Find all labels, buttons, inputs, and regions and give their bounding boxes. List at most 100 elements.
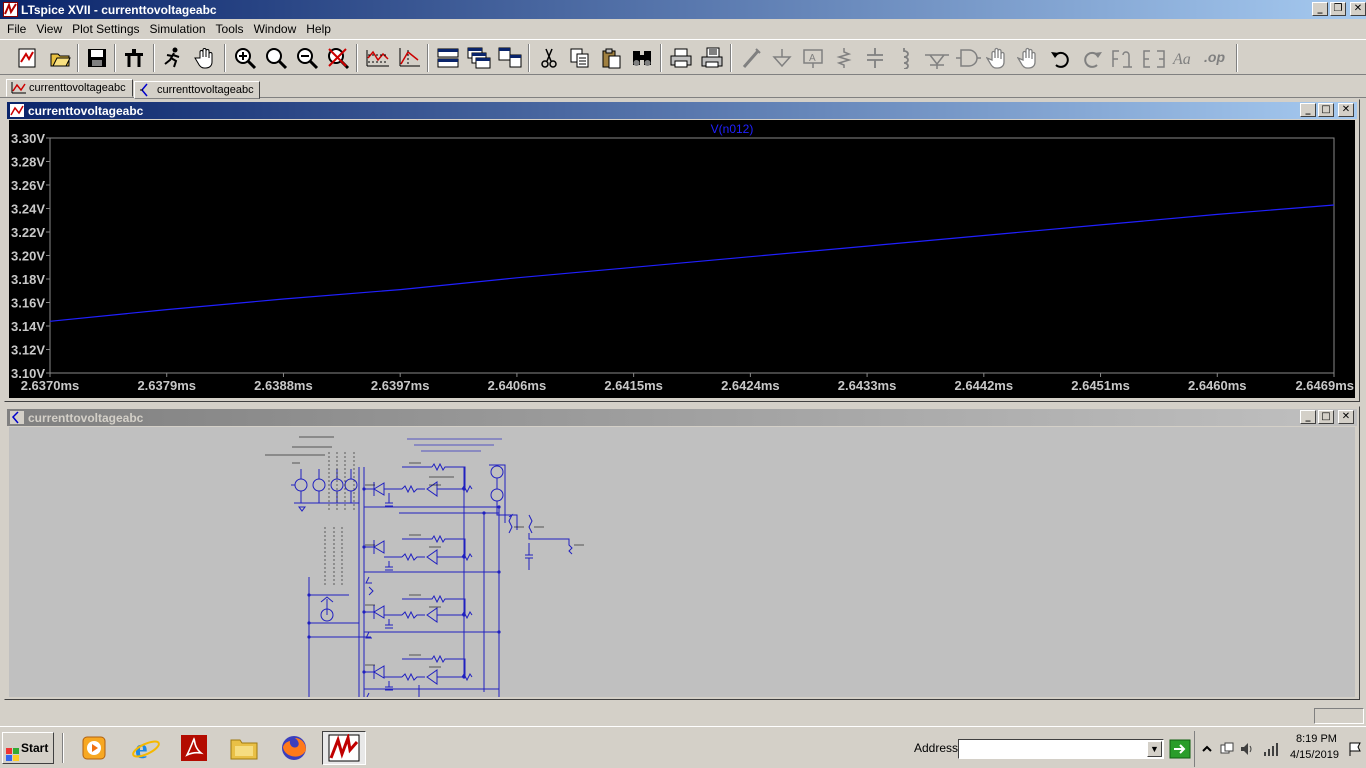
tile-horizontal-icon[interactable]: [434, 44, 461, 71]
media-player-icon[interactable]: [72, 731, 116, 765]
x-tick-label: 2.6406ms: [488, 378, 547, 393]
internet-explorer-icon[interactable]: e: [124, 731, 168, 765]
component-icon[interactable]: [954, 44, 981, 71]
x-tick-label: 2.6415ms: [604, 378, 663, 393]
waveform-maximize-button[interactable]: □: [1318, 103, 1334, 117]
paste-icon[interactable]: [597, 44, 624, 71]
status-bar: [0, 703, 1366, 725]
menu-window[interactable]: Window: [249, 22, 302, 36]
halt-icon[interactable]: [191, 44, 218, 71]
control-panel-icon[interactable]: [120, 44, 147, 71]
app-title-bar: LTspice XVII - currenttovoltageabc _ ❐ ✕: [0, 0, 1366, 19]
menu-file[interactable]: File: [2, 22, 31, 36]
notification-flag-icon[interactable]: [1347, 741, 1363, 757]
inductor-icon[interactable]: [892, 44, 919, 71]
waveform-window-caption: currenttovoltageabc _ □ ✕: [7, 102, 1357, 119]
save-icon[interactable]: [83, 44, 110, 71]
ltspice-icon[interactable]: [322, 731, 366, 765]
spice-directive-icon[interactable]: .op: [1202, 44, 1229, 71]
tab-schematic[interactable]: currenttovoltageabc: [134, 81, 260, 99]
svg-text:Aa: Aa: [1172, 51, 1191, 68]
mirror-icon[interactable]: [1140, 44, 1167, 71]
menu-help[interactable]: Help: [301, 22, 336, 36]
cascade-icon[interactable]: [465, 44, 492, 71]
ground-icon[interactable]: [768, 44, 795, 71]
x-tick-label: 2.6424ms: [721, 378, 780, 393]
schematic-canvas[interactable]: [9, 427, 1355, 697]
waveform-close-button[interactable]: ✕: [1338, 103, 1354, 117]
zoom-in-icon[interactable]: [231, 44, 258, 71]
run-icon[interactable]: [159, 44, 186, 71]
schematic-drawing: [265, 436, 584, 697]
waveform-chart[interactable]: V(n012) 3.30V 3.28V 3.26V 3.24V 3.22V 3.20V 3.1…: [9, 120, 1355, 398]
diode-icon[interactable]: [923, 44, 950, 71]
toolbar: A Aa .op: [0, 39, 1366, 75]
zoom-fit-icon[interactable]: [262, 44, 289, 71]
tile-vertical-icon[interactable]: [496, 44, 523, 71]
series-line: [49, 204, 1335, 322]
schematic-window: currenttovoltageabc _ □ ✕: [4, 406, 1360, 700]
menu-simulation[interactable]: Simulation: [145, 22, 211, 36]
waveform-plot-pane[interactable]: V(n012) 3.30V 3.28V 3.26V 3.24V 3.22V 3.20V 3.1…: [9, 120, 1355, 398]
close-button[interactable]: ✕: [1350, 2, 1366, 16]
plot-frame: [49, 137, 1335, 374]
waveform-minimize-button[interactable]: _: [1300, 103, 1316, 117]
print-icon[interactable]: [667, 44, 694, 71]
find-icon[interactable]: [628, 44, 655, 71]
schematic-close-button[interactable]: ✕: [1338, 410, 1354, 424]
firefox-icon[interactable]: [272, 731, 316, 765]
new-schematic-icon[interactable]: [13, 44, 40, 71]
address-input[interactable]: ▼: [958, 739, 1164, 759]
menu-view[interactable]: View: [31, 22, 67, 36]
manual-limits-icon[interactable]: [395, 44, 422, 71]
schematic-minimize-button[interactable]: _: [1300, 410, 1316, 424]
menu-tools[interactable]: Tools: [211, 22, 249, 36]
text-icon[interactable]: Aa: [1171, 44, 1198, 71]
print-preview-icon[interactable]: [698, 44, 725, 71]
menu-plot-settings[interactable]: Plot Settings: [67, 22, 144, 36]
undo-icon[interactable]: [1047, 44, 1074, 71]
chevron-up-icon[interactable]: [1199, 741, 1215, 757]
move-icon[interactable]: [985, 44, 1012, 71]
y-tick-label: 3.20V: [11, 249, 45, 264]
status-panel: [1314, 708, 1364, 724]
chevron-down-icon[interactable]: ▼: [1147, 741, 1162, 757]
schematic-icon: [10, 411, 24, 424]
signal-icon[interactable]: [1263, 741, 1279, 757]
capacitor-icon[interactable]: [861, 44, 888, 71]
y-tick-label: 3.24V: [11, 202, 45, 217]
svg-text:A: A: [809, 53, 816, 64]
tab-label: currenttovoltageabc: [29, 82, 126, 94]
acrobat-icon[interactable]: [172, 731, 216, 765]
y-tick-label: 3.14V: [11, 319, 45, 334]
redo-icon[interactable]: [1078, 44, 1105, 71]
minimize-button[interactable]: _: [1312, 2, 1328, 16]
start-button[interactable]: Start: [2, 732, 54, 764]
x-tick-label: 2.6388ms: [254, 378, 313, 393]
file-explorer-icon[interactable]: [222, 731, 266, 765]
network-icon[interactable]: [1219, 741, 1235, 757]
zoom-out-icon[interactable]: [293, 44, 320, 71]
cut-icon[interactable]: [535, 44, 562, 71]
schematic-window-title: currenttovoltageabc: [28, 411, 144, 425]
rotate-icon[interactable]: [1109, 44, 1136, 71]
x-tick-label: 2.6397ms: [371, 378, 430, 393]
open-icon[interactable]: [46, 44, 73, 71]
x-tick-label: 2.6469ms: [1295, 378, 1354, 393]
x-tick-label: 2.6379ms: [137, 378, 196, 393]
tab-waveform[interactable]: currenttovoltageabc: [6, 79, 133, 97]
speaker-icon[interactable]: [1239, 741, 1255, 757]
resistor-icon[interactable]: [830, 44, 857, 71]
tab-label: currenttovoltageabc: [157, 84, 254, 96]
y-tick-label: 3.22V: [11, 225, 45, 240]
go-icon[interactable]: [1169, 739, 1191, 759]
zoom-cancel-icon[interactable]: [324, 44, 351, 71]
autorange-icon[interactable]: [364, 44, 391, 71]
label-net-icon[interactable]: A: [799, 44, 826, 71]
draw-wire-icon[interactable]: [737, 44, 764, 71]
drag-icon[interactable]: [1016, 44, 1043, 71]
schematic-window-caption: currenttovoltageabc _ □ ✕: [7, 409, 1357, 426]
schematic-maximize-button[interactable]: □: [1318, 410, 1334, 424]
restore-button[interactable]: ❐: [1330, 2, 1346, 16]
copy-icon[interactable]: [566, 44, 593, 71]
